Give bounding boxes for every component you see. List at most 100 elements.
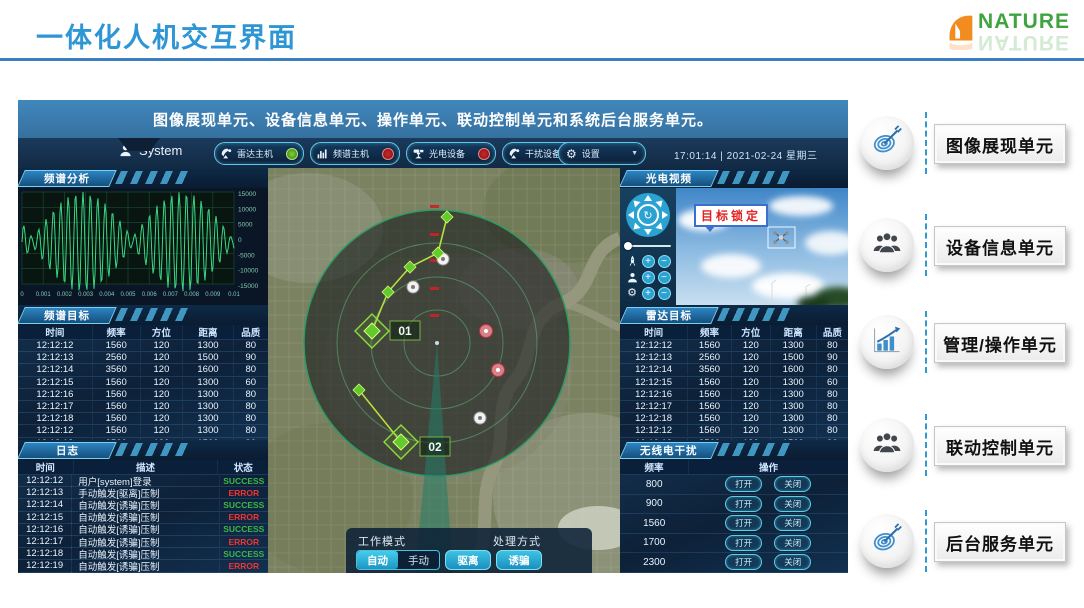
open-button[interactable]: 打开	[725, 515, 762, 531]
work-mode-toggle[interactable]: 自动 手动	[356, 550, 440, 570]
spectrum-target-column-header: 频率	[92, 325, 140, 339]
jammer-operations: 打开关闭	[688, 496, 848, 512]
jammer-row: 900打开关闭	[620, 495, 848, 515]
jammer-row: 2600打开关闭	[620, 573, 848, 574]
dashboard-screenshot: 图像展现单元、设备信息单元、操作单元、联动控制单元和系统后台服务单元。 Syst…	[18, 100, 848, 573]
jammer-operations: 打开关闭	[688, 515, 848, 531]
decoy-button[interactable]: 诱骗	[496, 550, 542, 570]
radar-target-row: 12:12:121560120130080	[620, 340, 848, 352]
radar-target-cell: 80	[816, 340, 848, 351]
radar-target-cell: 12:12:16	[620, 389, 687, 400]
chevron-down-icon: ▼	[631, 150, 638, 157]
radar-target-row: 12:12:143560120160080	[620, 364, 848, 376]
slider-knob[interactable]	[624, 242, 632, 250]
logo-text-reflection: NATURE	[978, 32, 1070, 52]
radar-target-cell: 80	[816, 425, 848, 436]
radar-target-cell: 120	[731, 364, 770, 375]
radar-target-cell: 3560	[687, 364, 731, 375]
radar-target-row: 12:12:151560120130060	[620, 377, 848, 389]
radar-target-header-row: 时间频率方位距离品质	[620, 325, 848, 340]
spectrum-target-cell: 120	[140, 401, 183, 412]
log-cell: 自动触发[诱骗]压制	[71, 571, 218, 573]
legend-icon-circle-2	[860, 315, 914, 369]
log-cell: SUCCESS	[219, 524, 268, 534]
spectrum-target-cell: 1560	[92, 377, 140, 388]
work-mode-label: 工作模式	[358, 533, 406, 549]
spectrum-target-column-header: 距离	[182, 325, 232, 339]
device-label: 频谱主机	[333, 147, 378, 160]
radar-target-cell: 80	[816, 389, 848, 400]
radar-target-column-header: 时间	[620, 325, 687, 339]
track-label-02: 02	[428, 440, 442, 454]
panel-title-bar: 频谱目标	[18, 305, 268, 326]
legend-label: 管理/操作单元	[943, 331, 1057, 356]
minus-button[interactable]: −	[658, 255, 671, 268]
radar-target-cell: 1600	[770, 364, 816, 375]
radar-target-cell: 1500	[770, 352, 816, 363]
svg-text:0.009: 0.009	[205, 292, 221, 298]
open-button[interactable]: 打开	[725, 476, 762, 492]
device-button-spectrum-bars[interactable]: 频谱主机	[310, 142, 400, 165]
auto-mode-option[interactable]: 自动	[357, 551, 398, 569]
plus-button[interactable]: +	[642, 255, 655, 268]
legend-icon-circle-4	[860, 514, 914, 568]
close-button[interactable]: 关闭	[774, 515, 811, 531]
jammer-frequency: 800	[620, 479, 688, 490]
dart-target-icon	[871, 125, 903, 162]
zoom-slider[interactable]	[625, 242, 671, 250]
radar-target-cell: 1560	[687, 401, 731, 412]
open-button[interactable]: 打开	[725, 535, 762, 551]
svg-text:0.005: 0.005	[120, 292, 136, 298]
manual-mode-option[interactable]: 手动	[398, 551, 439, 569]
log-column-header: 时间	[18, 460, 73, 474]
plus-button[interactable]: +	[642, 287, 655, 300]
stripes-decoration	[717, 171, 795, 184]
video-panel-title: 光电视频	[646, 171, 692, 186]
minus-button[interactable]: −	[658, 271, 671, 284]
spectrum-target-cell: 1560	[92, 413, 140, 424]
spectrum-target-cell: 1300	[182, 413, 232, 424]
header-divider	[0, 58, 1084, 61]
plus-button[interactable]: +	[642, 271, 655, 284]
stripes-decoration	[115, 171, 193, 184]
spectrum-target-cell: 90	[233, 352, 268, 363]
status-dot	[382, 148, 394, 160]
log-panel: 日志 时间描述状态12:12:12用户[system]登录SUCCESS12:1…	[18, 440, 268, 573]
stripes-decoration	[115, 443, 193, 456]
logo-text: NATURE	[978, 12, 1070, 32]
radar-target-cell: 90	[816, 352, 848, 363]
jammer-table: 频率操作800打开关闭900打开关闭1560打开关闭1700打开关闭2300打开…	[620, 460, 848, 573]
close-button[interactable]: 关闭	[774, 476, 811, 492]
radar-target-cell: 80	[816, 413, 848, 424]
svg-text:-5000: -5000	[238, 252, 255, 259]
focus-control-row: + −	[626, 255, 671, 268]
svg-text:10000: 10000	[238, 206, 256, 213]
spectrum-target-cell: 1300	[182, 377, 232, 388]
radar-target-cell: 60	[816, 377, 848, 388]
device-button-radar-dish[interactable]: 雷达主机	[214, 142, 304, 165]
close-button[interactable]: 关闭	[774, 535, 811, 551]
open-button[interactable]: 打开	[725, 554, 762, 570]
device-button-ptz-camera[interactable]: 光电设备	[406, 142, 496, 165]
ptz-dpad[interactable]: ↻	[625, 192, 671, 238]
satellite-map: 01 02	[268, 168, 620, 573]
log-cell: 12:12:16	[18, 524, 71, 535]
minus-button[interactable]: −	[658, 287, 671, 300]
radar-target-cell: 1560	[687, 389, 731, 400]
open-button[interactable]: 打开	[725, 496, 762, 512]
log-cell: 12:12:19	[18, 560, 71, 571]
spectrum-target-row: 12:12:121560120130080	[18, 340, 268, 352]
close-button[interactable]: 关闭	[774, 496, 811, 512]
jammer-row: 1560打开关闭	[620, 514, 848, 534]
svg-text:0.004: 0.004	[99, 292, 115, 298]
jammer-frequency: 2300	[620, 557, 688, 568]
log-cell: 12:12:12	[18, 475, 71, 486]
settings-button[interactable]: ⚙ 设置 ▼	[558, 142, 646, 165]
close-button[interactable]: 关闭	[774, 554, 811, 570]
page-title: 一体化人机交互界面	[36, 16, 297, 55]
map-view[interactable]: 01 02 工作模式 处理方式 自动 手动	[268, 168, 620, 573]
expel-button[interactable]: 驱离	[445, 550, 491, 570]
jammer-frequency: 900	[620, 498, 688, 509]
radar-target-row: 12:12:121560120130080	[620, 425, 848, 437]
spectrum-target-row: 12:12:151560120130060	[18, 377, 268, 389]
